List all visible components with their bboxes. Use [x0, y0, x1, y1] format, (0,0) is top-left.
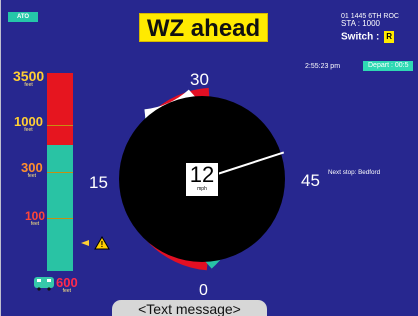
next-stop-text: Next stop: Bedford: [328, 169, 381, 176]
speed-scale-right: 45: [301, 171, 320, 190]
current-speed-box: 12 mph: [185, 162, 219, 197]
train-display-screen: ATO WZ ahead 01 1445 6TH ROC STA : 1000 …: [0, 0, 418, 316]
speedometer-svg: [119, 87, 285, 271]
current-speed-value: 12: [189, 162, 215, 187]
speed-scale-left: 15: [89, 173, 108, 192]
speed-scale-bottom: 0: [199, 282, 208, 299]
text-message-button[interactable]: <Text message>: [112, 300, 267, 316]
speed-scale-top: 30: [190, 70, 209, 89]
